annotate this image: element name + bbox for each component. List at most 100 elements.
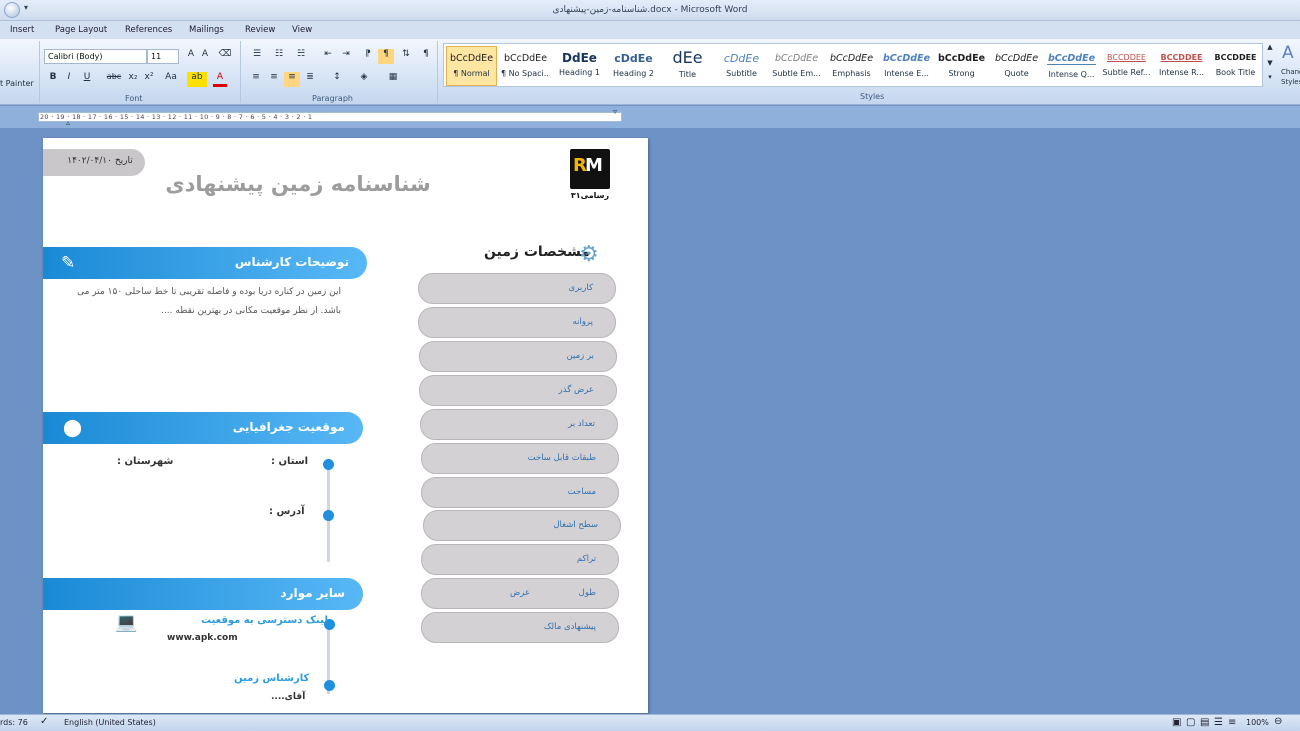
format-painter-button[interactable]: t Painter xyxy=(0,79,34,88)
style-label: Heading 1 xyxy=(559,68,600,77)
title-bar: ▾ شناسنامه-زمین-پیشنهادی.docx - Microsof… xyxy=(0,0,1300,21)
change-case-icon[interactable]: Aa xyxy=(161,72,181,87)
justify-icon[interactable]: ≣ xyxy=(302,72,318,87)
style-heading-2[interactable]: cDdEe Heading 2 xyxy=(608,46,659,86)
draft-view-icon[interactable]: ≡ xyxy=(1228,717,1236,728)
proofing-icon[interactable]: ✓ xyxy=(40,716,48,727)
tab-references[interactable]: References xyxy=(125,25,172,35)
strikethrough-icon[interactable]: abc xyxy=(105,72,123,87)
language-indicator[interactable]: English (United States) xyxy=(64,718,156,727)
shading-icon[interactable]: ◈ xyxy=(354,72,374,87)
style-no-spacing[interactable]: bCcDdEe ¶ No Spaci... xyxy=(500,46,551,86)
style-preview: bCcDdEe xyxy=(937,53,986,64)
spec-pill-frontage: بر زمین xyxy=(419,341,617,372)
multilevel-list-icon[interactable]: ☵ xyxy=(292,49,310,64)
decrease-indent-icon[interactable]: ⇤ xyxy=(320,49,336,64)
ltr-icon[interactable]: ⁋ xyxy=(360,49,376,64)
timeline-dot xyxy=(323,459,334,470)
style-intense-emphasis[interactable]: bCcDdEe Intense E... xyxy=(881,46,932,86)
style-label: Quote xyxy=(1004,69,1029,78)
change-styles-button[interactable]: A Change Styles xyxy=(1279,43,1300,93)
style-label: Intense Q... xyxy=(1048,70,1095,79)
tab-mailings[interactable]: Mailings xyxy=(189,25,224,35)
font-color-icon[interactable]: A xyxy=(213,72,227,87)
window-title: شناسنامه-زمین-پیشنهادی.docx - Microsoft … xyxy=(552,5,748,15)
print-layout-icon[interactable]: ▣ xyxy=(1172,717,1181,728)
web-layout-icon[interactable]: ▤ xyxy=(1200,717,1209,728)
right-indent-marker-icon[interactable]: ▿ xyxy=(613,107,617,116)
tab-review[interactable]: Review xyxy=(245,25,275,35)
shrink-font-icon[interactable]: A xyxy=(198,49,212,64)
show-marks-icon[interactable]: ¶ xyxy=(418,49,434,64)
italic-icon[interactable]: I xyxy=(63,72,75,87)
style-strong[interactable]: bCcDdEe Strong xyxy=(936,46,987,86)
timeline-dot xyxy=(324,680,335,691)
outline-view-icon[interactable]: ☰ xyxy=(1214,717,1223,728)
highlight-icon[interactable]: ab xyxy=(187,72,207,87)
align-center-icon[interactable]: ≡ xyxy=(266,72,282,87)
rtl-icon[interactable]: ¶ xyxy=(378,49,394,64)
grow-font-icon[interactable]: A xyxy=(184,49,198,64)
style-label: Title xyxy=(678,70,697,79)
styles-more-icon[interactable]: ▾ xyxy=(1265,73,1275,88)
clear-formatting-icon[interactable]: ⌫ xyxy=(217,49,233,64)
style-subtle-emphasis[interactable]: bCcDdEe Subtle Em... xyxy=(771,46,822,86)
style-normal[interactable]: bCcDdEe ¶ Normal xyxy=(446,46,497,86)
spec-pill-usage: کاربری xyxy=(418,273,616,304)
word-count[interactable]: rds: 76 xyxy=(0,718,28,727)
style-emphasis[interactable]: bCcDdEe Emphasis xyxy=(826,46,877,86)
superscript-icon[interactable]: x² xyxy=(143,72,155,87)
align-right-icon[interactable]: ≡ xyxy=(284,72,300,87)
full-screen-icon[interactable]: ▢ xyxy=(1186,717,1195,728)
tab-page-layout[interactable]: Page Layout xyxy=(55,25,107,35)
document-page[interactable]: تاریخ ۱۴۰۲/۰۴/۱۰ شناسنامه زمین پیشنهادی … xyxy=(43,138,648,713)
styles-scroll-up-icon[interactable]: ▲ xyxy=(1265,43,1275,58)
style-preview: cDdEe xyxy=(723,52,760,65)
style-title[interactable]: dEe Title xyxy=(662,46,713,86)
style-preview: dEe xyxy=(672,48,703,67)
spec-pill-area: مساحت xyxy=(421,477,619,508)
ruler-numbers: 20 · 19 · 18 · 17 · 16 · 15 · 14 · 13 · … xyxy=(40,113,313,121)
tab-insert[interactable]: Insert xyxy=(10,25,34,35)
style-label: Intense R... xyxy=(1158,68,1205,77)
line-spacing-icon[interactable]: ↕ xyxy=(328,72,346,87)
geo-location-header: موقعیت جغرافیایی ⬤ xyxy=(43,412,363,444)
increase-indent-icon[interactable]: ⇥ xyxy=(338,49,354,64)
land-expert-label: کارشناس زمین xyxy=(234,673,310,684)
date-box: تاریخ ۱۴۰۲/۰۴/۱۰ xyxy=(43,149,145,176)
spec-pill-street-width: عرض گذر xyxy=(419,375,617,406)
subscript-icon[interactable]: x₂ xyxy=(127,72,139,87)
font-name-combo[interactable]: Calibri (Body) xyxy=(44,49,147,64)
land-expert-value: آقای.... xyxy=(271,692,306,702)
style-intense-quote[interactable]: bCcDdEe Intense Q... xyxy=(1046,46,1097,86)
style-preview: BCCDDEE xyxy=(1160,53,1203,62)
bold-icon[interactable]: B xyxy=(47,72,59,87)
location-link-value[interactable]: www.apk.com xyxy=(167,633,238,643)
style-subtle-reference[interactable]: BCCDDEE Subtle Ref... xyxy=(1101,46,1152,86)
underline-icon[interactable]: U xyxy=(81,72,93,87)
horizontal-ruler[interactable]: 20 · 19 · 18 · 17 · 16 · 15 · 14 · 13 · … xyxy=(0,106,1300,128)
bullets-icon[interactable]: ☰ xyxy=(248,49,266,64)
zoom-out-icon[interactable]: ⊖ xyxy=(1274,716,1282,727)
borders-icon[interactable]: ▦ xyxy=(382,72,404,87)
numbering-icon[interactable]: ☷ xyxy=(270,49,288,64)
style-preview: bCcDdEe xyxy=(829,53,874,64)
status-bar: rds: 76 ✓ English (United States) ▣ ▢ ▤ … xyxy=(0,714,1300,731)
align-left-icon[interactable]: ≡ xyxy=(248,72,264,87)
style-heading-1[interactable]: DdEe Heading 1 xyxy=(554,46,605,86)
font-size-combo[interactable]: 11 xyxy=(147,49,179,64)
style-intense-reference[interactable]: BCCDDEE Intense R... xyxy=(1156,46,1207,86)
logo-caption: رسامی۳۱ xyxy=(570,191,610,200)
style-book-title[interactable]: BCCDDEE Book Title xyxy=(1210,46,1261,86)
style-preview: DdEe xyxy=(562,51,597,65)
style-subtitle[interactable]: cDdEe Subtitle xyxy=(716,46,767,86)
sort-icon[interactable]: ⇅ xyxy=(398,49,414,64)
spec-pill-floors: طبقات قابل ساخت xyxy=(421,443,619,474)
zoom-level[interactable]: 100% xyxy=(1246,718,1269,727)
left-indent-marker-icon[interactable]: ▵ xyxy=(66,118,70,127)
styles-scroll-down-icon[interactable]: ▼ xyxy=(1265,59,1275,74)
style-quote[interactable]: bCcDdEe Quote xyxy=(991,46,1042,86)
style-label: Intense E... xyxy=(884,69,929,78)
tab-view[interactable]: View xyxy=(292,25,312,35)
font-group: Calibri (Body) 11 A A ⌫ B I U abc x₂ x² … xyxy=(41,41,241,103)
